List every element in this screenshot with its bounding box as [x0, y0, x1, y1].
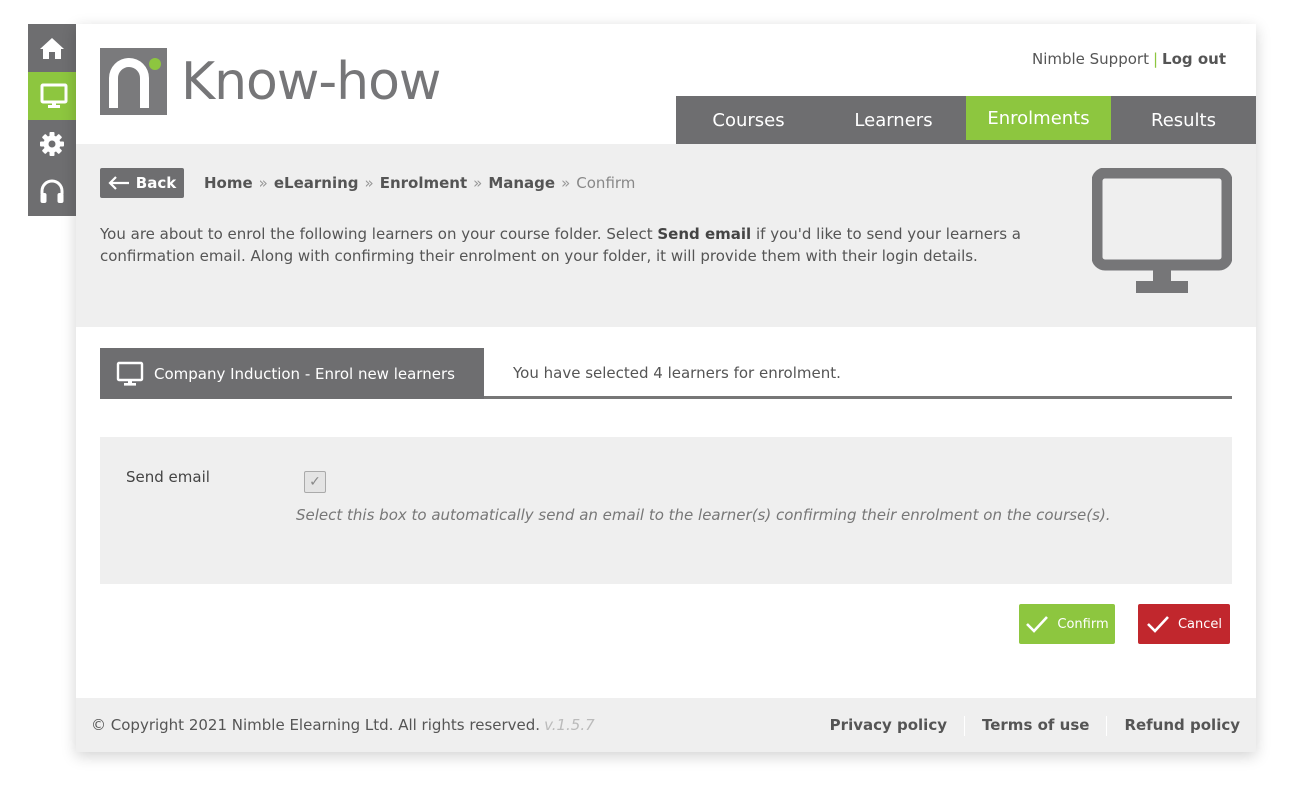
nav-tab-enrolments[interactable]: Enrolments [966, 96, 1111, 144]
send-email-help: Select this box to automatically send an… [296, 506, 1111, 524]
course-tab-label: Company Induction - Enrol new learners [154, 364, 455, 383]
terms-of-use-link[interactable]: Terms of use [982, 716, 1089, 736]
nav-tab-learners[interactable]: Learners [821, 96, 966, 144]
send-email-panel: Send email ✓ Select this box to automati… [100, 437, 1232, 584]
logo-mark [100, 48, 167, 115]
cancel-button[interactable]: Cancel [1138, 604, 1230, 644]
logo-n-icon [100, 48, 167, 115]
breadcrumb-separator: » [364, 174, 374, 192]
logo[interactable]: Know-how [100, 48, 441, 115]
privacy-policy-link[interactable]: Privacy policy [830, 716, 947, 736]
rail-item-support[interactable] [28, 168, 76, 216]
side-nav-rail [28, 24, 80, 216]
check-icon [1147, 616, 1169, 633]
footer-divider [964, 716, 965, 736]
monitor-icon [116, 361, 144, 386]
send-email-label: Send email [126, 468, 210, 486]
footer-divider [1106, 716, 1108, 736]
monitor-icon [40, 83, 68, 108]
check-icon [1026, 616, 1049, 633]
nav-tab-results[interactable]: Results [1111, 96, 1256, 144]
rail-item-home[interactable] [28, 24, 76, 72]
confirm-button-label: Confirm [1057, 616, 1109, 632]
send-email-checkbox[interactable]: ✓ [304, 471, 326, 493]
header: Know-how Nimble Support | Log out Courses … [76, 24, 1256, 144]
main-card: Know-how Nimble Support | Log out Courses … [76, 24, 1256, 752]
footer-links: Privacy policy Terms of use Refund polic… [830, 716, 1240, 736]
back-button[interactable]: Back [100, 168, 184, 198]
user-links: Nimble Support | Log out [1032, 50, 1226, 68]
refund-policy-link[interactable]: Refund policy [1124, 716, 1240, 736]
breadcrumb-elearning[interactable]: eLearning [274, 174, 359, 192]
breadcrumb-separator: » [561, 174, 571, 192]
logout-link[interactable]: Log out [1162, 50, 1226, 68]
rail-item-settings[interactable] [28, 120, 76, 168]
breadcrumb-home[interactable]: Home [204, 174, 253, 192]
course-tabbar: Company Induction - Enrol new learners Y… [100, 348, 1232, 399]
rail-item-elearning[interactable] [28, 72, 80, 120]
intro-text-part1: You are about to enrol the following lea… [100, 225, 658, 243]
gear-icon [40, 132, 64, 156]
checkmark-icon: ✓ [309, 474, 321, 490]
main-nav: Courses Learners Enrolments Results [676, 96, 1256, 144]
logo-text: Know-how [181, 51, 441, 112]
breadcrumb-separator: » [258, 174, 268, 192]
breadcrumb-separator: » [473, 174, 483, 192]
confirm-button[interactable]: Confirm [1019, 604, 1115, 644]
breadcrumb-current: Confirm [576, 174, 636, 192]
user-links-separator: | [1152, 50, 1159, 68]
breadcrumb-manage[interactable]: Manage [488, 174, 555, 192]
nav-tab-courses[interactable]: Courses [676, 96, 821, 144]
monitor-icon [1092, 168, 1232, 293]
home-icon [40, 38, 64, 59]
selected-count-text: You have selected 4 learners for enrolme… [513, 364, 841, 382]
version-label: v.1.5.7 [544, 716, 595, 734]
copyright-label: © Copyright 2021 Nimble Elearning Ltd. A… [91, 716, 541, 734]
breadcrumb: Home » eLearning » Enrolment » Manage » … [204, 174, 635, 192]
copyright-text: © Copyright 2021 Nimble Elearning Ltd. A… [91, 716, 595, 734]
footer: © Copyright 2021 Nimble Elearning Ltd. A… [76, 698, 1256, 752]
headset-icon [40, 179, 64, 203]
back-button-label: Back [135, 174, 177, 192]
course-tab[interactable]: Company Induction - Enrol new learners [100, 348, 484, 399]
breadcrumb-enrolment[interactable]: Enrolment [380, 174, 467, 192]
arrow-left-icon [108, 176, 129, 190]
intro-text: You are about to enrol the following lea… [100, 223, 1060, 267]
intro-text-bold: Send email [657, 225, 752, 243]
page-banner: Back Home » eLearning » Enrolment » Mana… [76, 144, 1256, 327]
user-name-link[interactable]: Nimble Support [1032, 50, 1149, 68]
cancel-button-label: Cancel [1177, 616, 1223, 632]
